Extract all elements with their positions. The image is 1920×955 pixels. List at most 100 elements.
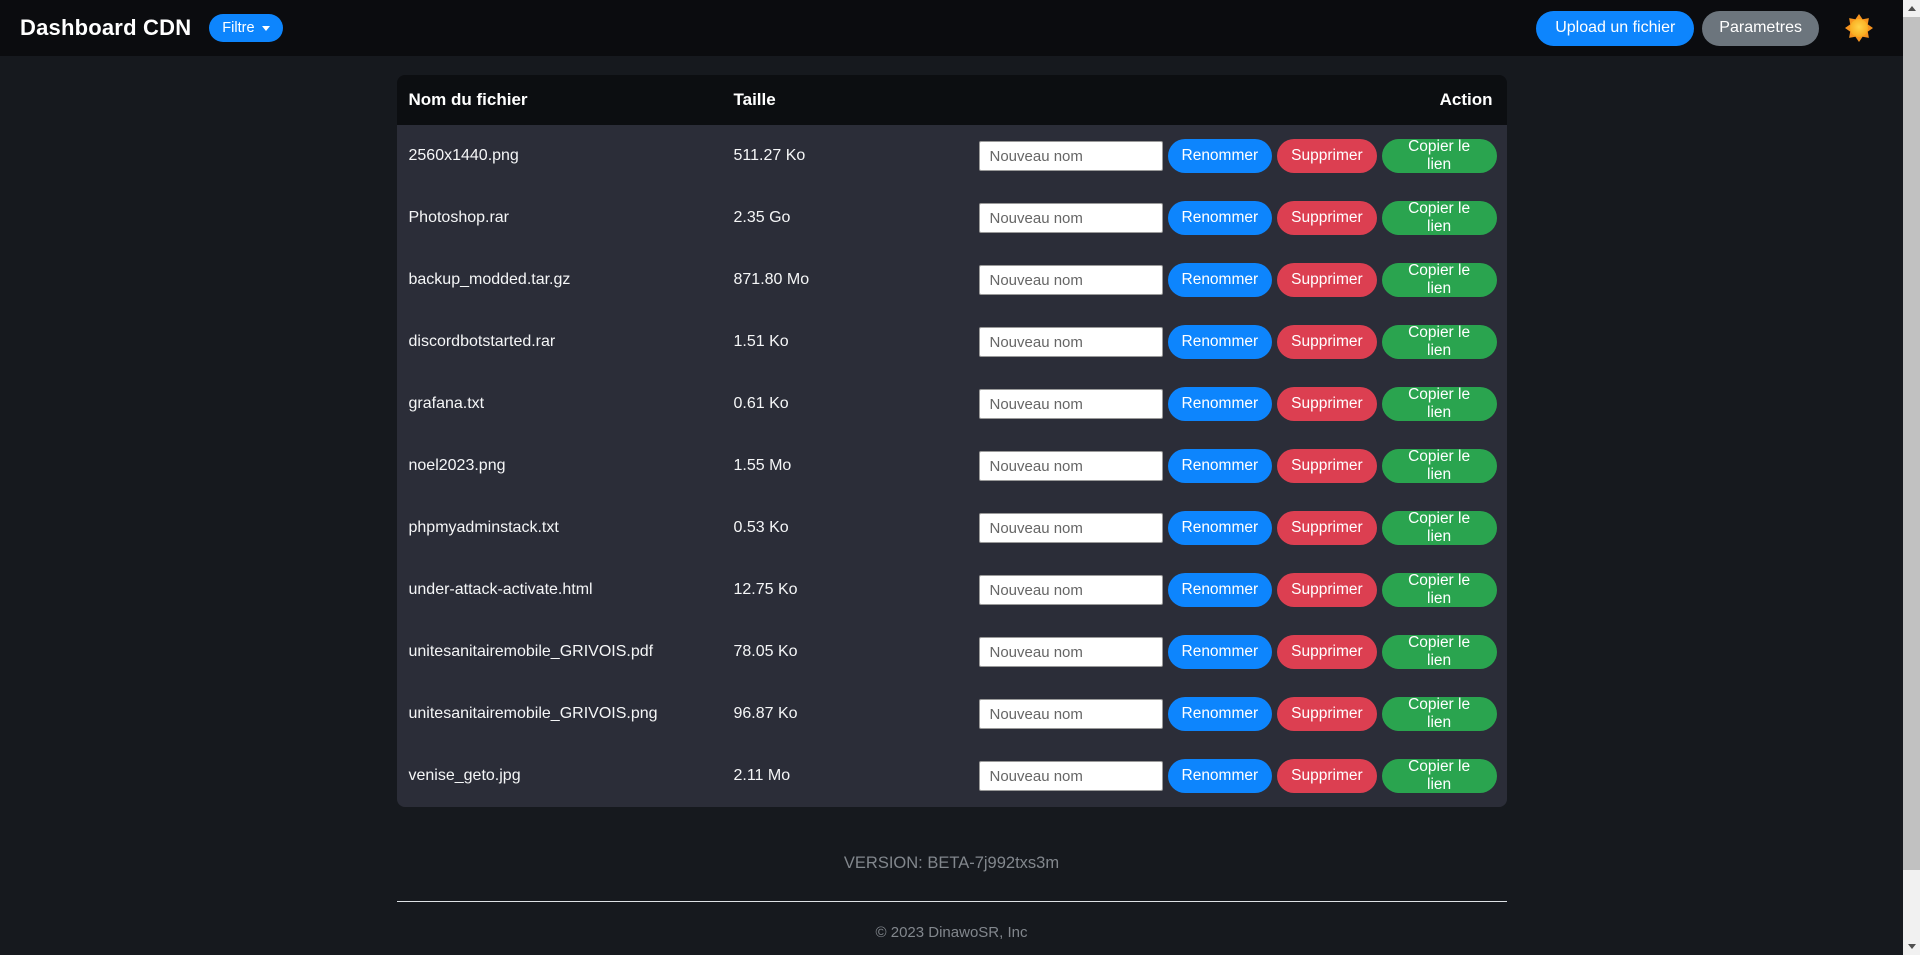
- app-title: Dashboard CDN: [20, 15, 191, 41]
- table-row: discordbotstarted.rar 1.51 Ko Renommer S…: [397, 311, 1507, 373]
- file-name: backup_modded.tar.gz: [397, 271, 734, 289]
- rename-button[interactable]: Renommer: [1168, 573, 1273, 607]
- delete-button[interactable]: Supprimer: [1277, 325, 1377, 359]
- file-name: phpmyadminstack.txt: [397, 519, 734, 537]
- file-table: Nom du fichier Taille Action 2560x1440.p…: [397, 75, 1507, 807]
- file-actions: Renommer Supprimer Copier le lien: [979, 511, 1507, 545]
- copy-link-button[interactable]: Copier le lien: [1382, 201, 1497, 235]
- new-name-input[interactable]: [979, 761, 1163, 791]
- file-size: 1.51 Ko: [734, 333, 979, 351]
- file-name: discordbotstarted.rar: [397, 333, 734, 351]
- rename-button[interactable]: Renommer: [1168, 263, 1273, 297]
- copy-link-button[interactable]: Copier le lien: [1382, 263, 1497, 297]
- rename-button[interactable]: Renommer: [1168, 201, 1273, 235]
- column-header-size: Taille: [734, 90, 979, 110]
- file-name: noel2023.png: [397, 457, 734, 475]
- rename-button[interactable]: Renommer: [1168, 387, 1273, 421]
- file-actions: Renommer Supprimer Copier le lien: [979, 387, 1507, 421]
- file-size: 0.53 Ko: [734, 519, 979, 537]
- file-size: 2.35 Go: [734, 209, 979, 227]
- file-actions: Renommer Supprimer Copier le lien: [979, 263, 1507, 297]
- file-size: 871.80 Mo: [734, 271, 979, 289]
- file-actions: Renommer Supprimer Copier le lien: [979, 325, 1507, 359]
- new-name-input[interactable]: [979, 699, 1163, 729]
- new-name-input[interactable]: [979, 265, 1163, 295]
- table-row: phpmyadminstack.txt 0.53 Ko Renommer Sup…: [397, 497, 1507, 559]
- file-actions: Renommer Supprimer Copier le lien: [979, 573, 1507, 607]
- vertical-scrollbar[interactable]: [1903, 0, 1920, 955]
- copy-link-button[interactable]: Copier le lien: [1382, 325, 1497, 359]
- new-name-input[interactable]: [979, 327, 1163, 357]
- table-row: under-attack-activate.html 12.75 Ko Reno…: [397, 559, 1507, 621]
- file-size: 96.87 Ko: [734, 705, 979, 723]
- file-size: 12.75 Ko: [734, 581, 979, 599]
- table-row: unitesanitairemobile_GRIVOIS.pdf 78.05 K…: [397, 621, 1507, 683]
- delete-button[interactable]: Supprimer: [1277, 573, 1377, 607]
- file-name: unitesanitairemobile_GRIVOIS.pdf: [397, 643, 734, 661]
- navbar: Dashboard CDN Filtre Upload un fichier P…: [0, 0, 1903, 56]
- rename-button[interactable]: Renommer: [1168, 139, 1273, 173]
- rename-button[interactable]: Renommer: [1168, 697, 1273, 731]
- copy-link-button[interactable]: Copier le lien: [1382, 635, 1497, 669]
- delete-button[interactable]: Supprimer: [1277, 759, 1377, 793]
- column-header-filename: Nom du fichier: [397, 90, 734, 110]
- new-name-input[interactable]: [979, 637, 1163, 667]
- delete-button[interactable]: Supprimer: [1277, 511, 1377, 545]
- filter-dropdown-label: Filtre: [222, 20, 254, 36]
- new-name-input[interactable]: [979, 141, 1163, 171]
- file-name: venise_geto.jpg: [397, 767, 734, 785]
- scrollbar-down-arrow[interactable]: [1903, 938, 1920, 955]
- delete-button[interactable]: Supprimer: [1277, 449, 1377, 483]
- delete-button[interactable]: Supprimer: [1277, 139, 1377, 173]
- rename-button[interactable]: Renommer: [1168, 325, 1273, 359]
- copy-link-button[interactable]: Copier le lien: [1382, 759, 1497, 793]
- file-name: 2560x1440.png: [397, 147, 734, 165]
- copy-link-button[interactable]: Copier le lien: [1382, 573, 1497, 607]
- table-header-row: Nom du fichier Taille Action: [397, 75, 1507, 125]
- copy-link-button[interactable]: Copier le lien: [1382, 697, 1497, 731]
- new-name-input[interactable]: [979, 451, 1163, 481]
- file-actions: Renommer Supprimer Copier le lien: [979, 635, 1507, 669]
- file-name: Photoshop.rar: [397, 209, 734, 227]
- scrollbar-up-arrow[interactable]: [1903, 0, 1920, 17]
- copy-link-button[interactable]: Copier le lien: [1382, 387, 1497, 421]
- filter-dropdown-button[interactable]: Filtre: [209, 14, 282, 42]
- rename-button[interactable]: Renommer: [1168, 759, 1273, 793]
- rename-button[interactable]: Renommer: [1168, 449, 1273, 483]
- new-name-input[interactable]: [979, 389, 1163, 419]
- table-row: noel2023.png 1.55 Mo Renommer Supprimer …: [397, 435, 1507, 497]
- file-size: 511.27 Ko: [734, 147, 979, 165]
- table-body: 2560x1440.png 511.27 Ko Renommer Supprim…: [397, 125, 1507, 807]
- copy-link-button[interactable]: Copier le lien: [1382, 139, 1497, 173]
- table-row: backup_modded.tar.gz 871.80 Mo Renommer …: [397, 249, 1507, 311]
- upload-file-button[interactable]: Upload un fichier: [1536, 11, 1694, 46]
- delete-button[interactable]: Supprimer: [1277, 263, 1377, 297]
- copyright-text: © 2023 DinawoSR, Inc: [397, 924, 1507, 941]
- delete-button[interactable]: Supprimer: [1277, 201, 1377, 235]
- file-actions: Renommer Supprimer Copier le lien: [979, 449, 1507, 483]
- table-row: grafana.txt 0.61 Ko Renommer Supprimer C…: [397, 373, 1507, 435]
- footer-divider: [397, 901, 1507, 902]
- copy-link-button[interactable]: Copier le lien: [1382, 511, 1497, 545]
- settings-button[interactable]: Parametres: [1702, 11, 1819, 46]
- rename-button[interactable]: Renommer: [1168, 511, 1273, 545]
- sun-icon: [1845, 14, 1873, 42]
- theme-toggle-button[interactable]: [1845, 14, 1873, 42]
- delete-button[interactable]: Supprimer: [1277, 387, 1377, 421]
- page: Dashboard CDN Filtre Upload un fichier P…: [0, 0, 1903, 955]
- file-actions: Renommer Supprimer Copier le lien: [979, 201, 1507, 235]
- file-size: 1.55 Mo: [734, 457, 979, 475]
- new-name-input[interactable]: [979, 513, 1163, 543]
- scrollbar-thumb[interactable]: [1903, 17, 1920, 870]
- file-size: 78.05 Ko: [734, 643, 979, 661]
- rename-button[interactable]: Renommer: [1168, 635, 1273, 669]
- caret-down-icon: [262, 26, 270, 31]
- file-name: grafana.txt: [397, 395, 734, 413]
- delete-button[interactable]: Supprimer: [1277, 635, 1377, 669]
- new-name-input[interactable]: [979, 203, 1163, 233]
- copy-link-button[interactable]: Copier le lien: [1382, 449, 1497, 483]
- file-actions: Renommer Supprimer Copier le lien: [979, 139, 1507, 173]
- table-row: venise_geto.jpg 2.11 Mo Renommer Supprim…: [397, 745, 1507, 807]
- delete-button[interactable]: Supprimer: [1277, 697, 1377, 731]
- new-name-input[interactable]: [979, 575, 1163, 605]
